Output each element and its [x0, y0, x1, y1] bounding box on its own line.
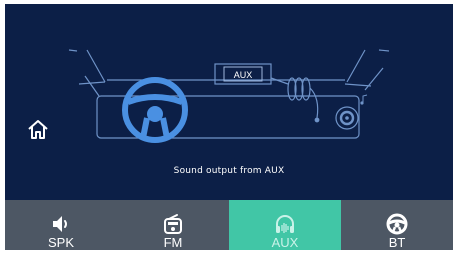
steering-wheel-icon	[386, 213, 408, 235]
windshield-right-edge	[378, 49, 390, 52]
aux-cable	[270, 77, 320, 123]
tab-bt[interactable]: BT	[341, 200, 453, 250]
radio-icon	[164, 214, 182, 234]
status-text: Sound output from AUX	[173, 166, 285, 176]
windshield-right-line	[346, 49, 366, 83]
windshield-right-frame	[364, 67, 384, 91]
windshield-left-frame	[84, 75, 100, 97]
source-tab-bar: SPK FM AUX BT	[5, 200, 453, 250]
tab-bt-label: BT	[388, 235, 406, 250]
windshield-bottom-left	[78, 81, 106, 85]
tab-fm-label: FM	[163, 235, 183, 250]
tab-fm[interactable]: FM	[117, 200, 229, 250]
windshield-left-edge	[68, 49, 78, 52]
aux-badge-label: AUX	[234, 70, 253, 80]
windshield-bottom-right	[344, 83, 372, 87]
tab-aux[interactable]: AUX	[229, 200, 341, 250]
headphones-icon	[276, 215, 294, 233]
tab-spk[interactable]: SPK	[5, 200, 117, 250]
screen: AUX Sound output from AUX SPK FM AUX BT	[5, 4, 453, 250]
music-note-icon	[360, 94, 368, 105]
speaker-disc	[335, 106, 359, 130]
tab-spk-label: SPK	[47, 235, 74, 250]
home-icon[interactable]	[25, 116, 51, 142]
speaker-icon	[53, 216, 67, 232]
steering-wheel	[122, 77, 188, 143]
windshield-left-line	[86, 49, 106, 83]
tab-aux-label: AUX	[271, 235, 299, 250]
